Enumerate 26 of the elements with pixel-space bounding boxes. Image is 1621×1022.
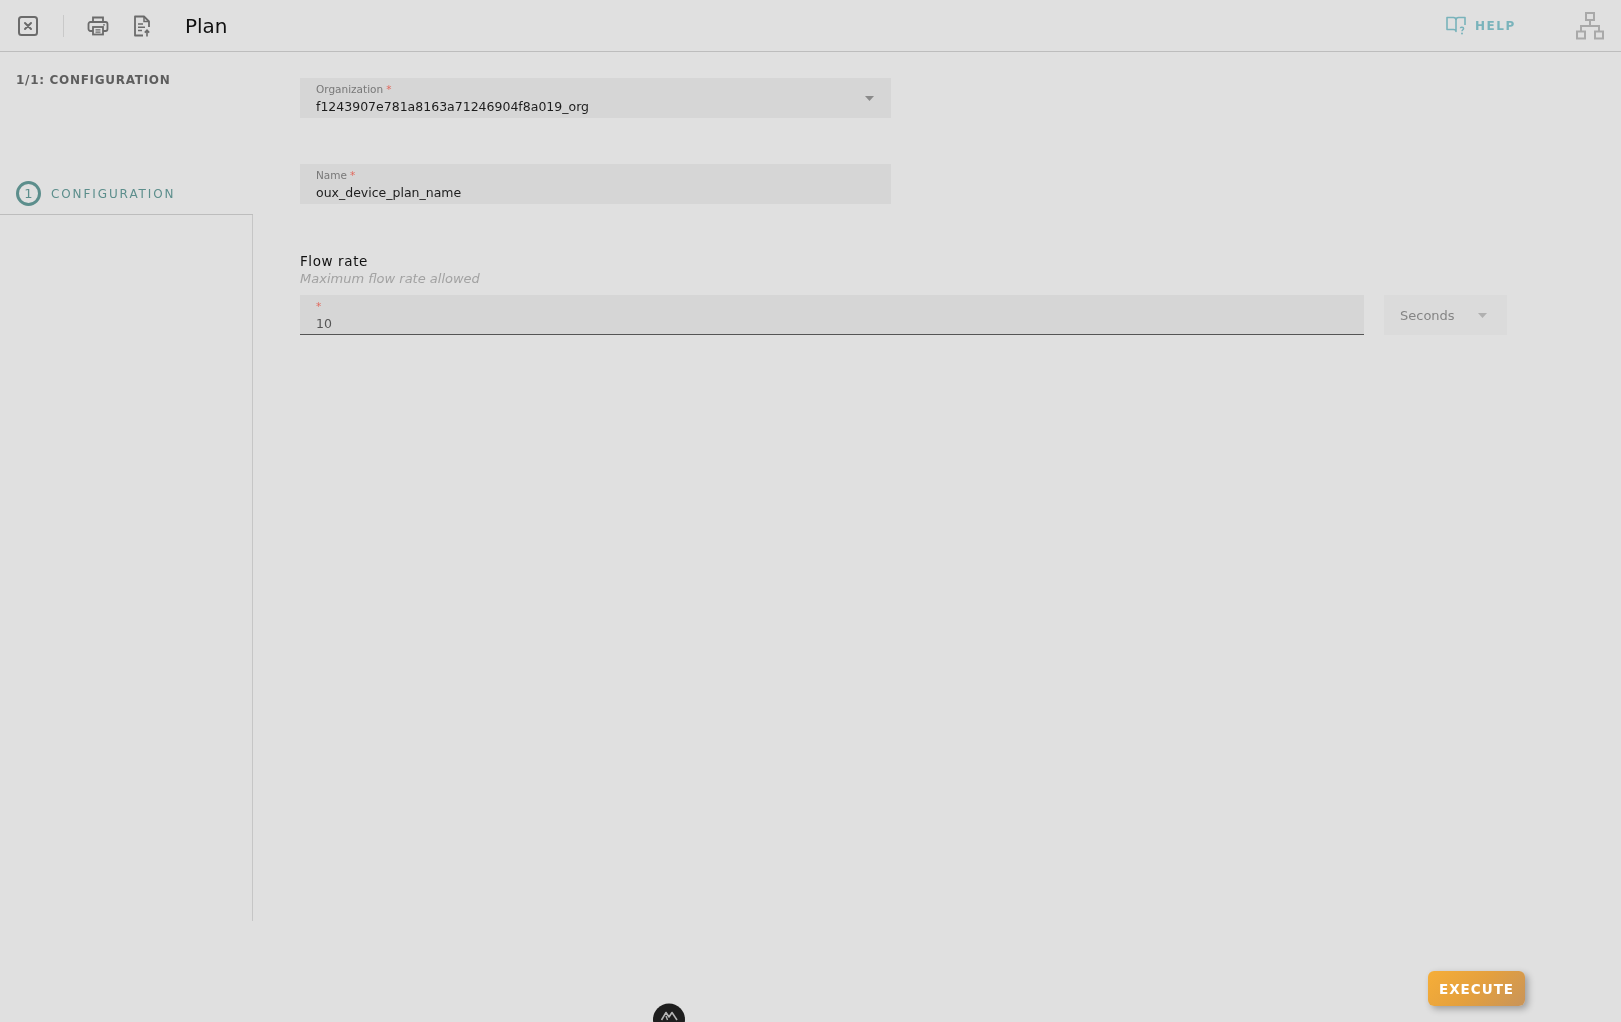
- page-title: Plan: [185, 13, 228, 38]
- step-number-badge: 1: [16, 181, 41, 206]
- section-title: Flow rate: [300, 253, 368, 269]
- field-label: Name: [316, 168, 347, 182]
- required-mark: *: [350, 168, 356, 182]
- book-icon: [1445, 16, 1467, 35]
- step-tab[interactable]: 1 CONFIGURATION: [0, 164, 176, 214]
- hierarchy-icon: [1576, 11, 1604, 40]
- required-mark: *: [386, 82, 392, 96]
- section-description: Maximum flow rate allowed: [300, 270, 480, 287]
- number-field[interactable]: * 10: [300, 295, 1364, 335]
- mountain-logo-icon: [653, 1003, 685, 1022]
- field-label: Organization: [316, 82, 384, 96]
- text-field[interactable]: Name * oux_device_plan_name: [300, 164, 891, 204]
- document-button[interactable]: [133, 14, 151, 37]
- printer-icon: [87, 15, 109, 36]
- close-button[interactable]: [18, 15, 38, 36]
- caret-icon: [1478, 312, 1487, 318]
- close-icon: [18, 15, 38, 36]
- sidebar-heading: 1/1: CONFIGURATION: [16, 73, 171, 87]
- document-arrow-icon: [133, 14, 151, 37]
- dropdown-field[interactable]: Organization * f1243907e781a8163a71246904f8a019_org: [300, 78, 891, 118]
- execute-button[interactable]: EXECUTE: [1428, 971, 1525, 1006]
- print-button[interactable]: [87, 15, 109, 36]
- caret-icon: [865, 95, 874, 101]
- required-mark: *: [316, 299, 322, 313]
